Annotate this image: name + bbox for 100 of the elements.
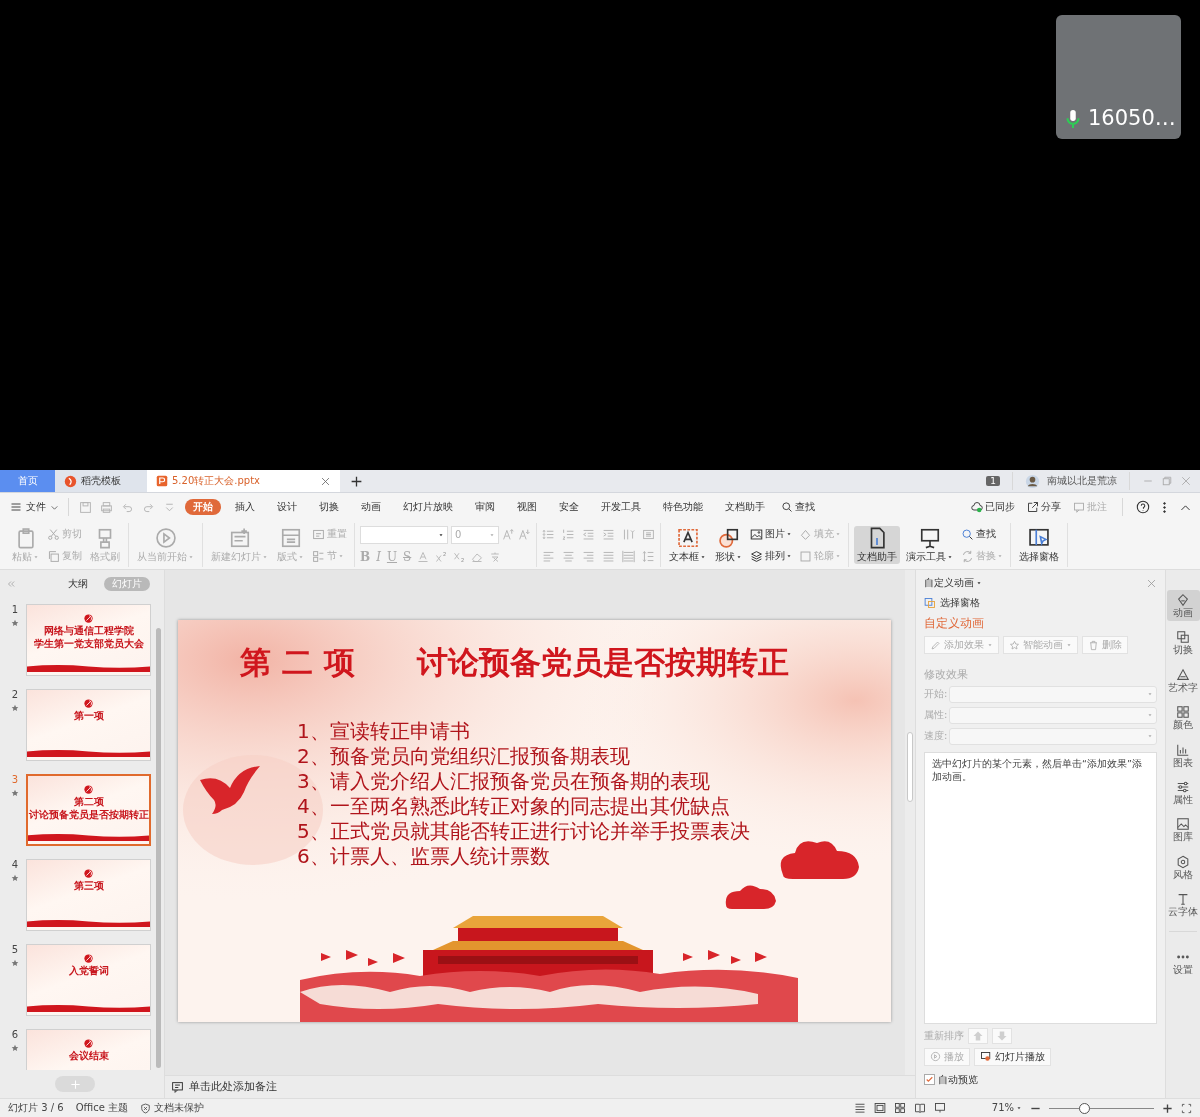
side-tab[interactable]: 图表: [1166, 739, 1200, 771]
document-tab[interactable]: 稻壳模板: [55, 470, 147, 492]
text-direction-icon[interactable]: [622, 527, 635, 541]
side-tab[interactable]: 设置: [1166, 946, 1200, 978]
menu-tab[interactable]: 设计: [269, 499, 305, 515]
subscript-icon[interactable]: [453, 550, 466, 563]
font-name-field[interactable]: [360, 525, 448, 544]
search-button[interactable]: 查找: [779, 499, 817, 515]
ribbon-button[interactable]: 排列: [748, 548, 794, 564]
user-name[interactable]: 南城以北是荒凉: [1047, 475, 1117, 487]
ribbon-button[interactable]: 文本框: [666, 526, 709, 564]
font-color-icon[interactable]: [417, 550, 430, 563]
pane-title-dropdown[interactable]: 自定义动画: [924, 577, 982, 589]
close-icon[interactable]: [1146, 577, 1157, 589]
toolbar-button[interactable]: 分享: [1025, 500, 1063, 514]
close-icon[interactable]: [320, 475, 331, 487]
bullet-list-icon[interactable]: [542, 527, 555, 541]
menu-tab[interactable]: 动画: [353, 499, 389, 515]
justify-icon[interactable]: [602, 549, 615, 563]
distribute-icon[interactable]: [622, 549, 635, 563]
shapes-icon: [717, 527, 740, 549]
collapse-panel-icon[interactable]: [6, 579, 16, 589]
help-icon[interactable]: [1136, 500, 1150, 514]
effect-select[interactable]: [949, 706, 1157, 724]
line-spacing-icon[interactable]: [642, 549, 655, 563]
add-slide-button[interactable]: [55, 1076, 95, 1092]
chart-icon: [1176, 742, 1190, 757]
side-tab[interactable]: 风格: [1166, 851, 1200, 884]
document-tab[interactable]: 5.20转正大会.pptx: [147, 470, 340, 492]
slideshow-button[interactable]: 幻灯片播放: [974, 1047, 1051, 1066]
effect-select[interactable]: [949, 685, 1157, 703]
move-down-button[interactable]: [992, 1027, 1012, 1044]
grow-font-icon[interactable]: [502, 528, 515, 542]
side-tab[interactable]: 动画: [1166, 590, 1200, 622]
ribbon-button[interactable]: 形状: [712, 526, 745, 564]
menu-tab[interactable]: 切换: [311, 499, 347, 515]
increase-indent-icon[interactable]: [602, 527, 615, 541]
slide-thumbnail[interactable]: 第三项: [26, 859, 151, 931]
zoom-in-icon[interactable]: [1162, 1102, 1173, 1114]
slide-thumbnail[interactable]: 会议结束: [26, 1029, 151, 1070]
effect-select[interactable]: [949, 727, 1157, 745]
plus-icon[interactable]: [350, 474, 363, 488]
avatar-icon[interactable]: [1025, 473, 1040, 489]
slide-thumbnail[interactable]: 第一项: [26, 689, 151, 761]
menu-tab[interactable]: 开发工具: [593, 499, 649, 515]
slide-thumbnail[interactable]: 入党誓词: [26, 944, 151, 1016]
notes-placeholder[interactable]: 单击此处添加备注: [189, 1080, 277, 1094]
normal-view-icon[interactable]: [873, 1102, 886, 1114]
toolbar-button[interactable]: 已同步: [969, 500, 1017, 514]
align-right-icon[interactable]: [582, 549, 595, 563]
slide-sorter-icon[interactable]: [893, 1102, 906, 1114]
side-tab[interactable]: 图库: [1166, 814, 1200, 846]
ribbon-button[interactable]: 文档助手: [854, 526, 900, 564]
print-icon[interactable]: [100, 500, 113, 514]
panel-tab[interactable]: 大纲: [60, 577, 96, 591]
sliders-icon: [1176, 779, 1190, 794]
menu-tab[interactable]: 幻灯片放映: [395, 499, 461, 515]
align-center-icon[interactable]: [562, 549, 575, 563]
align-left-icon[interactable]: [542, 549, 555, 563]
side-tab[interactable]: 艺术字: [1166, 664, 1200, 697]
save-icon[interactable]: [79, 500, 92, 514]
layers-icon: [750, 549, 763, 563]
slide-thumbnail[interactable]: 第二项 讨论预备党员是否按期转正: [26, 774, 151, 846]
decrease-indent-icon[interactable]: [582, 527, 595, 541]
phonetic-icon[interactable]: [489, 550, 502, 563]
close-icon[interactable]: [1180, 475, 1192, 487]
menu-tab[interactable]: 插入: [227, 499, 263, 515]
scrollbar[interactable]: [907, 732, 913, 802]
menu-tab[interactable]: 安全: [551, 499, 587, 515]
ribbon-button[interactable]: 查找: [959, 526, 1005, 542]
restore-icon[interactable]: [1161, 475, 1173, 487]
ribbon-button[interactable]: 选择窗格: [1016, 526, 1062, 564]
reading-view-icon[interactable]: [913, 1102, 926, 1114]
numbered-list-icon[interactable]: [562, 527, 575, 541]
menu-tab[interactable]: 特色功能: [655, 499, 711, 515]
transition-icon: [1176, 630, 1190, 645]
selection-pane-link[interactable]: 选择窗格: [924, 597, 1157, 609]
zoom-level[interactable]: 71%: [991, 1102, 1022, 1114]
ribbon-button[interactable]: 演示工具: [903, 526, 956, 564]
superscript-icon[interactable]: [435, 550, 448, 563]
notes-view-icon[interactable]: [853, 1102, 866, 1114]
presentation-file-icon: [156, 475, 168, 487]
text-align-icon[interactable]: [642, 527, 655, 541]
side-tab[interactable]: 属性: [1166, 776, 1200, 809]
side-tab[interactable]: 切换: [1166, 627, 1200, 659]
fit-window-icon[interactable]: [1181, 1102, 1192, 1114]
file-menu[interactable]: 文件: [8, 500, 61, 514]
menu-tab[interactable]: 文档助手: [717, 499, 773, 515]
slide-thumbnail[interactable]: 网络与通信工程学院 学生第一党支部党员大会: [26, 604, 151, 676]
zoom-slider[interactable]: [1049, 1102, 1154, 1114]
slideshow-view-icon[interactable]: [933, 1102, 946, 1114]
menu-tab[interactable]: 审阅: [467, 499, 503, 515]
side-tab[interactable]: 颜色: [1166, 702, 1200, 734]
ribbon-button[interactable]: 图片: [748, 526, 794, 542]
auto-preview-checkbox[interactable]: 自动预览: [924, 1073, 1157, 1086]
move-up-button[interactable]: [968, 1027, 988, 1044]
side-tab[interactable]: 云字体: [1166, 889, 1200, 921]
shrink-font-icon[interactable]: [518, 528, 531, 542]
menu-tab[interactable]: 视图: [509, 499, 545, 515]
scrollbar[interactable]: [156, 628, 161, 1068]
